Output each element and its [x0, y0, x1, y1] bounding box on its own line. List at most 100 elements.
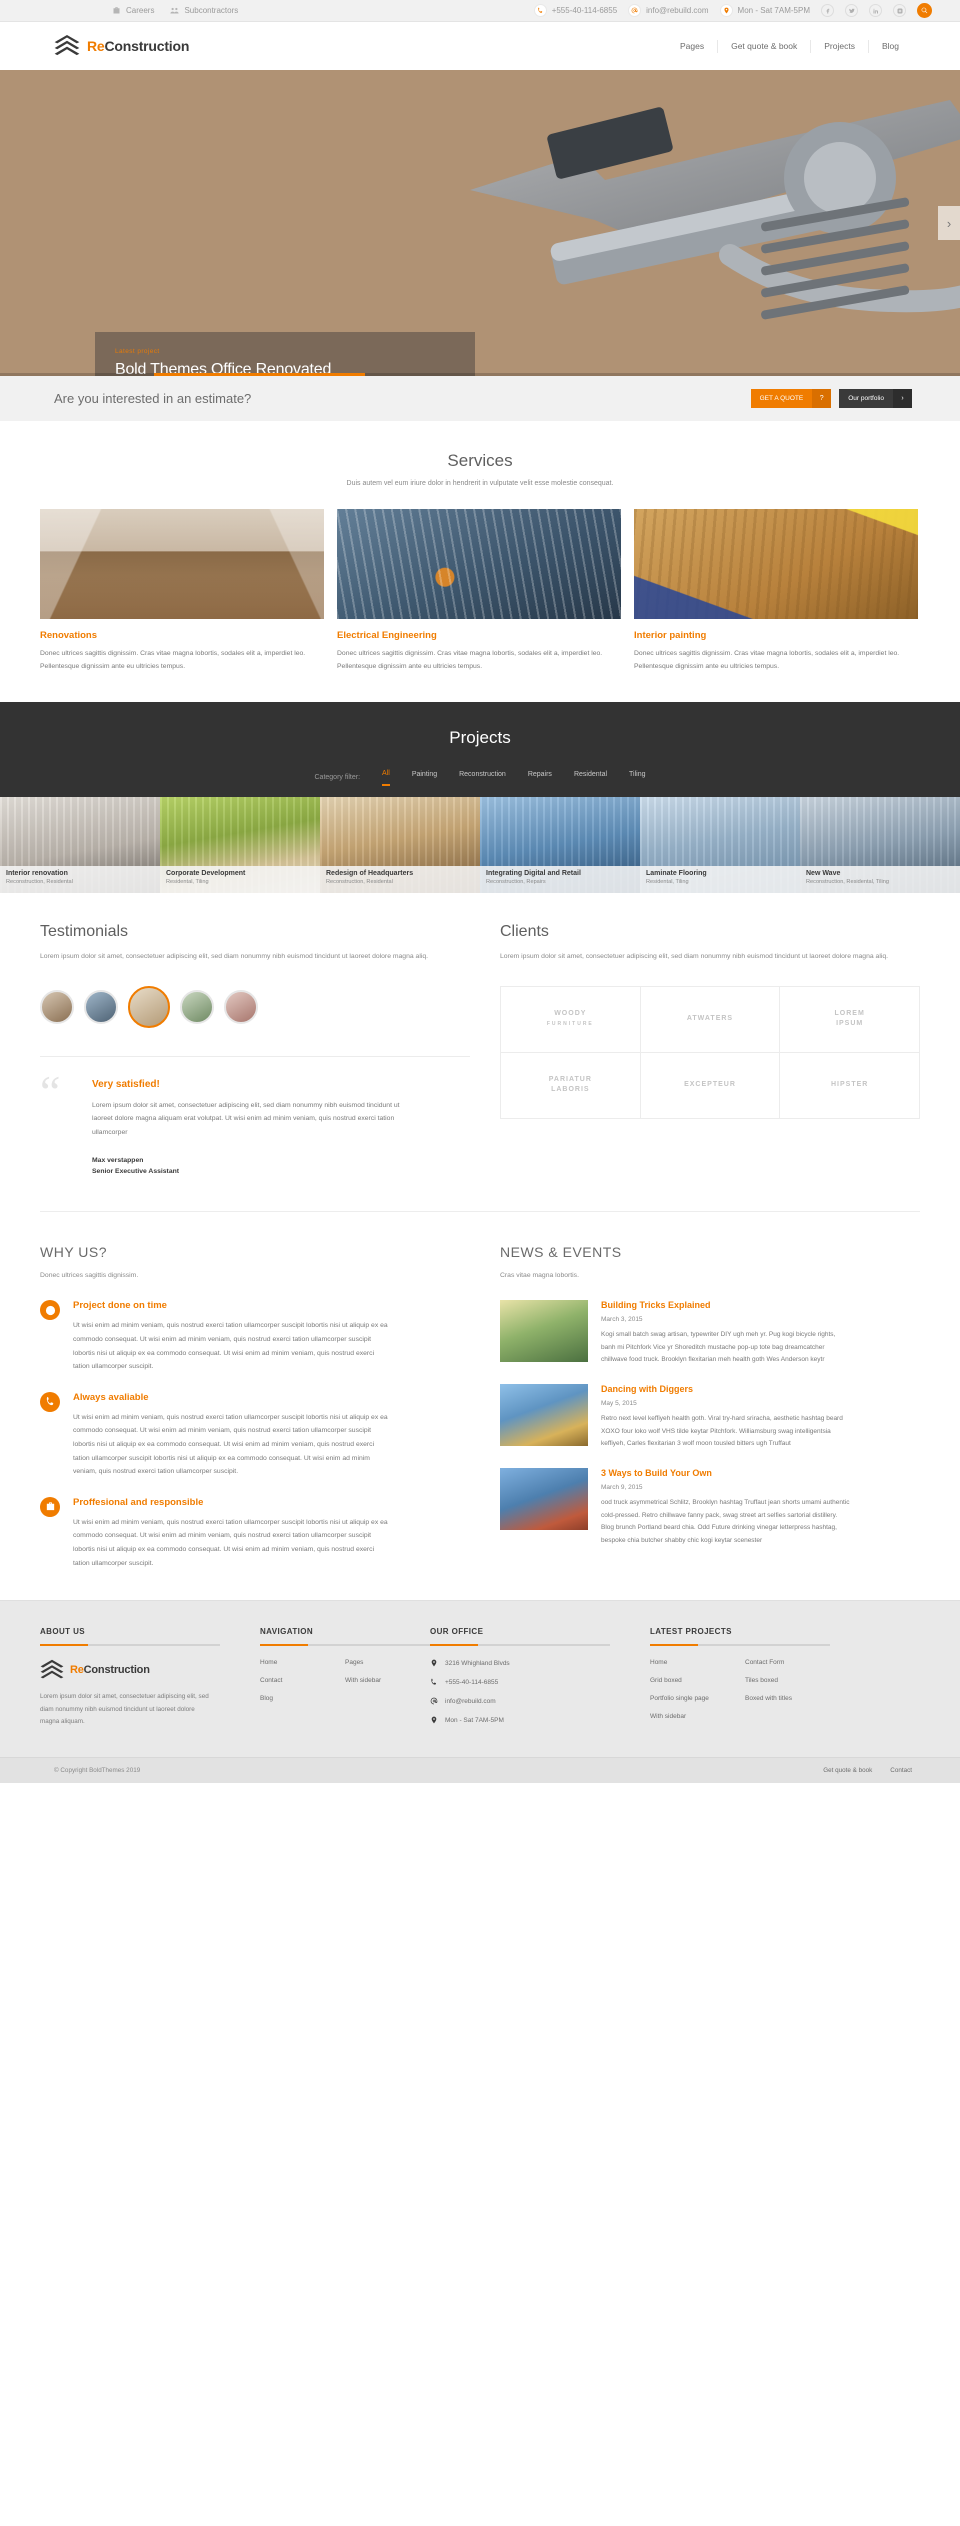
- filter-reconstruction[interactable]: Reconstruction: [459, 771, 506, 785]
- service-title[interactable]: Electrical Engineering: [337, 630, 621, 641]
- service-text: Donec ultrices sagittis dignissim. Cras …: [337, 650, 603, 670]
- feature-item: Proffesional and responsible Ut wisi eni…: [40, 1496, 470, 1570]
- topbar-email[interactable]: info@rebuild.com: [628, 4, 709, 17]
- footer-latest-link[interactable]: Contact Form: [745, 1659, 840, 1666]
- twitter-icon[interactable]: [845, 4, 858, 17]
- topbar-left-links: Careers Subcontractors: [112, 6, 238, 15]
- news-subtitle: Cras vitae magna lobortis.: [500, 1271, 579, 1279]
- quote-author-role: Senior Executive Assistant: [92, 1167, 180, 1175]
- avatar-selected[interactable]: [128, 985, 170, 1028]
- filter-painting[interactable]: Painting: [412, 771, 437, 785]
- footer-latest-projects: LATEST PROJECTS Home Grid boxed Portfoli…: [650, 1627, 870, 1735]
- news-item[interactable]: 3 Ways to Build Your Own March 9, 2015 o…: [500, 1468, 920, 1546]
- footer-latest-link[interactable]: Tiles boxed: [745, 1677, 840, 1684]
- feature-title: Proffesional and responsible: [73, 1496, 204, 1508]
- news-item-date: May 5, 2015: [601, 1400, 637, 1408]
- nav-item-get-quote-book[interactable]: Get quote & book: [717, 39, 810, 53]
- service-card[interactable]: Electrical Engineering Donec ultrices sa…: [337, 509, 621, 674]
- service-image-electrical: [337, 509, 621, 619]
- footer-logo[interactable]: ReConstruction: [40, 1659, 260, 1681]
- footer-bottom-link-get-quote[interactable]: Get quote & book: [823, 1767, 872, 1774]
- site-logo[interactable]: ReConstruction: [54, 34, 189, 58]
- linkedin-icon[interactable]: [869, 4, 882, 17]
- project-tile[interactable]: New Wave Reconstruction, Residental, Tili…: [800, 796, 960, 893]
- topbar-link-careers[interactable]: Careers: [112, 6, 154, 15]
- search-icon[interactable]: [917, 3, 932, 18]
- project-tile[interactable]: Integrating Digital and Retail Reconstruc…: [480, 796, 640, 893]
- service-card[interactable]: Renovations Donec ultrices sagittis dign…: [40, 509, 324, 674]
- filter-repairs[interactable]: Repairs: [528, 771, 552, 785]
- nav-item-projects[interactable]: Projects: [810, 39, 868, 53]
- client-logo-name: LOREM: [834, 1009, 865, 1017]
- client-logo-excepteur[interactable]: EXCEPTEUR: [640, 1052, 781, 1119]
- why-us-title: WHY US?: [40, 1243, 108, 1260]
- project-tile[interactable]: Corporate Development Residental, Tiling: [160, 796, 320, 893]
- client-logo-woody[interactable]: WOODY FURNITURE: [501, 986, 641, 1053]
- filter-tiling[interactable]: Tiling: [629, 771, 645, 785]
- news-item[interactable]: Building Tricks Explained March 3, 2015 …: [500, 1300, 920, 1366]
- filter-residental[interactable]: Residental: [574, 771, 607, 785]
- client-logo-name: WOODY: [554, 1009, 587, 1017]
- footer-office-email[interactable]: info@rebuild.com: [430, 1697, 650, 1705]
- footer-nav-link[interactable]: Pages: [345, 1659, 430, 1666]
- news-item-title[interactable]: 3 Ways to Build Your Own: [601, 1468, 920, 1478]
- service-card[interactable]: Interior painting Donec ultrices sagitti…: [634, 509, 918, 674]
- filter-all[interactable]: All: [382, 770, 390, 786]
- client-logo-hipster[interactable]: HIPSTER: [780, 1052, 920, 1119]
- slider-next-button[interactable]: ›: [938, 206, 960, 240]
- footer-office-heading: OUR OFFICE: [430, 1627, 484, 1637]
- get-a-quote-button[interactable]: GET A QUOTE ?: [750, 389, 832, 408]
- client-logo-atwaters[interactable]: ATWATERS: [640, 986, 781, 1053]
- footer-latest-col2: Contact Form Tiles boxed Boxed with titl…: [745, 1659, 840, 1731]
- clients-lead: Lorem ipsum dolor sit amet, consectetuer…: [500, 952, 889, 960]
- feature-text: Ut wisi enim ad minim veniam, quis nostr…: [73, 1518, 388, 1567]
- topbar-phone[interactable]: +555-40-114-6855: [533, 4, 617, 17]
- slider-progress-bar[interactable]: [0, 373, 960, 376]
- footer-latest-link[interactable]: Portfolio single page: [650, 1695, 745, 1702]
- footer-latest-link[interactable]: With sidebar: [650, 1713, 745, 1720]
- project-tile[interactable]: Interior renovation Reconstruction, Resid…: [0, 796, 160, 893]
- footer-nav-col1: Home Contact Blog: [260, 1659, 345, 1713]
- phone-icon: [431, 1678, 436, 1685]
- footer-office-phone[interactable]: +555-40-114-6855: [430, 1678, 650, 1686]
- news-item-title[interactable]: Dancing with Diggers: [601, 1384, 920, 1394]
- client-logo-lorem-ipsum[interactable]: LOREM IPSUM: [780, 986, 920, 1053]
- nav-item-blog[interactable]: Blog: [867, 39, 912, 53]
- footer-nav-heading: NAVIGATION: [260, 1627, 314, 1637]
- client-logo-name: PARIATUR: [548, 1075, 592, 1083]
- footer-nav-link[interactable]: Blog: [260, 1695, 345, 1702]
- quote-author-name: Max verstappen: [92, 1156, 144, 1164]
- hero-eyebrow: Latest project: [115, 348, 160, 355]
- projects-strip: Interior renovation Reconstruction, Resid…: [0, 796, 960, 893]
- news-item[interactable]: Dancing with Diggers May 5, 2015 Retro n…: [500, 1384, 920, 1450]
- project-tile[interactable]: Redesign of Headquarters Reconstruction, …: [320, 796, 480, 893]
- footer-bottom-link-contact[interactable]: Contact: [890, 1767, 912, 1774]
- news-item-date: March 9, 2015: [601, 1484, 643, 1492]
- feature-title: Always avaliable: [73, 1391, 149, 1403]
- facebook-icon[interactable]: [821, 4, 834, 17]
- topbar-link-subcontractors[interactable]: Subcontractors: [170, 6, 238, 15]
- avatar[interactable]: [224, 989, 258, 1024]
- news-item-title[interactable]: Building Tricks Explained: [601, 1300, 920, 1310]
- avatar[interactable]: [84, 989, 118, 1024]
- avatar[interactable]: [180, 989, 214, 1024]
- client-logo-pariatur[interactable]: PARIATUR LABORIS: [501, 1052, 641, 1119]
- service-title[interactable]: Interior painting: [634, 630, 918, 641]
- footer-nav-link[interactable]: With sidebar: [345, 1677, 430, 1684]
- footer-nav-link[interactable]: Contact: [260, 1677, 345, 1684]
- feature-title: Project done on time: [73, 1300, 167, 1312]
- service-title[interactable]: Renovations: [40, 630, 324, 641]
- copyright-text: © Copyright BoldThemes 2019: [54, 1767, 141, 1775]
- nav-item-pages[interactable]: Pages: [667, 40, 717, 53]
- instagram-icon[interactable]: [893, 4, 906, 17]
- footer-nav-link[interactable]: Home: [260, 1659, 345, 1666]
- footer-office-label: Mon - Sat 7AM-5PM: [445, 1716, 504, 1724]
- feature-text: Ut wisi enim ad minim veniam, quis nostr…: [73, 1413, 388, 1476]
- avatar[interactable]: [40, 989, 74, 1024]
- project-tile[interactable]: Laminate Flooring Residental, Tiling: [640, 796, 800, 893]
- footer-heading-rule: [260, 1644, 440, 1647]
- footer-latest-link[interactable]: Home: [650, 1659, 745, 1666]
- footer-latest-link[interactable]: Boxed with titles: [745, 1695, 840, 1702]
- our-portfolio-button[interactable]: Our portfolio ›: [839, 389, 912, 408]
- footer-latest-link[interactable]: Grid boxed: [650, 1677, 745, 1684]
